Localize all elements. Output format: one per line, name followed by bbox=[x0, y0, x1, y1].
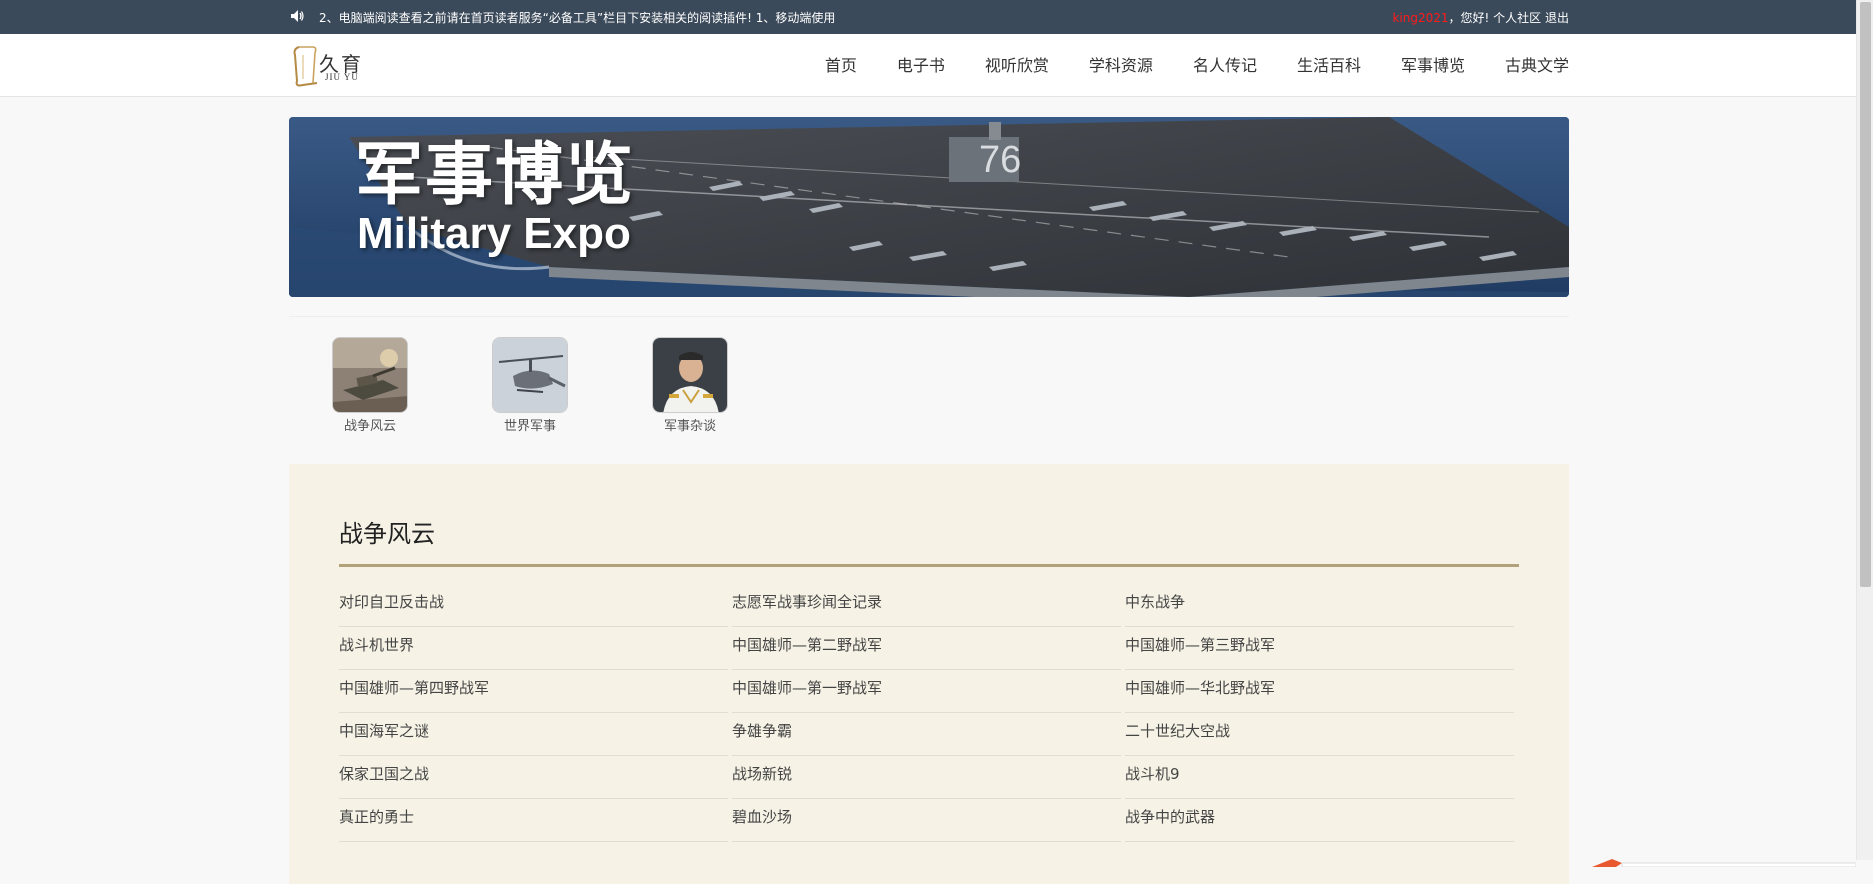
list-item[interactable]: 战斗机9 bbox=[1125, 756, 1514, 799]
top-notice-bar: 2、电脑端阅读查看之前请在首页读者服务“必备工具”栏目下安装相关的阅读插件! 1… bbox=[0, 0, 1856, 34]
list-item[interactable]: 战争中的武器 bbox=[1125, 799, 1514, 842]
speaker-icon[interactable] bbox=[289, 8, 305, 24]
scroll-logo-icon bbox=[293, 46, 318, 87]
tank-photo-icon[interactable] bbox=[332, 337, 408, 413]
nav-home[interactable]: 首页 bbox=[825, 34, 857, 97]
category-war[interactable]: 战争风云 bbox=[320, 337, 420, 434]
community-link[interactable]: 个人社区 bbox=[1493, 11, 1541, 25]
category-list: 战争风云 世界军事 军事杂谈 bbox=[289, 316, 1569, 456]
banner-subtitle: Military Expo bbox=[357, 209, 631, 258]
list-item[interactable]: 中国海军之谜 bbox=[339, 713, 728, 756]
list-item[interactable]: 志愿军战事珍闻全记录 bbox=[732, 584, 1121, 627]
scrollbar-thumb[interactable] bbox=[1860, 2, 1871, 587]
floating-widget[interactable] bbox=[1592, 852, 1857, 868]
nav-military-expo[interactable]: 军事博览 bbox=[1401, 34, 1465, 97]
list-item[interactable]: 争雄争霸 bbox=[732, 713, 1121, 756]
site-header: 久育 JIU YU 首页 电子书 视听欣赏 学科资源 名人传记 生活百科 军事博… bbox=[0, 34, 1856, 97]
content-panel: 战争风云 对印自卫反击战 志愿军战事珍闻全记录 中东战争 战斗机世界 中国雄师—… bbox=[289, 464, 1569, 884]
list-item[interactable]: 中国雄师—第一野战军 bbox=[732, 670, 1121, 713]
list-item[interactable]: 对印自卫反击战 bbox=[339, 584, 728, 627]
list-item[interactable]: 中东战争 bbox=[1125, 584, 1514, 627]
list-item[interactable]: 二十世纪大空战 bbox=[1125, 713, 1514, 756]
list-item[interactable]: 战场新锐 bbox=[732, 756, 1121, 799]
nav-biographies[interactable]: 名人传记 bbox=[1193, 34, 1257, 97]
list-item[interactable]: 中国雄师—第四野战军 bbox=[339, 670, 728, 713]
list-item[interactable]: 真正的勇士 bbox=[339, 799, 728, 842]
list-item[interactable]: 保家卫国之战 bbox=[339, 756, 728, 799]
nav-life-encyclopedia[interactable]: 生活百科 bbox=[1297, 34, 1361, 97]
page-scrollbar[interactable] bbox=[1856, 0, 1873, 860]
list-item[interactable]: 中国雄师—华北野战军 bbox=[1125, 670, 1514, 713]
title-grid: 对印自卫反击战 志愿军战事珍闻全记录 中东战争 战斗机世界 中国雄师—第二野战军… bbox=[339, 584, 1519, 842]
category-label: 战争风云 bbox=[343, 419, 396, 434]
category-military-talk[interactable]: 军事杂谈 bbox=[640, 337, 740, 434]
username[interactable]: king2021 bbox=[1392, 11, 1448, 25]
list-item[interactable]: 中国雄师—第三野战军 bbox=[1125, 627, 1514, 670]
logo-english: JIU YU bbox=[325, 72, 359, 82]
list-item[interactable]: 中国雄师—第二野战军 bbox=[732, 627, 1121, 670]
nav-classical-literature[interactable]: 古典文学 bbox=[1505, 34, 1569, 97]
nav-subject-resources[interactable]: 学科资源 bbox=[1089, 34, 1153, 97]
greeting: ，您好! bbox=[1448, 11, 1490, 25]
notice-text: 2、电脑端阅读查看之前请在首页读者服务“必备工具”栏目下安装相关的阅读插件! 1… bbox=[319, 11, 836, 25]
category-label: 军事杂谈 bbox=[663, 419, 716, 434]
main-nav: 首页 电子书 视听欣赏 学科资源 名人传记 生活百科 军事博览 古典文学 bbox=[785, 34, 1569, 97]
section-title: 战争风云 bbox=[339, 520, 435, 548]
officer-photo-icon[interactable] bbox=[652, 337, 728, 413]
banner: 76 军事博览 Military Expo bbox=[289, 117, 1569, 297]
list-item[interactable]: 战斗机世界 bbox=[339, 627, 728, 670]
banner-title: 军事博览 bbox=[355, 136, 636, 215]
site-logo[interactable]: 久育 JIU YU bbox=[289, 43, 369, 89]
svg-text:76: 76 bbox=[979, 139, 1021, 181]
nav-ebook[interactable]: 电子书 bbox=[897, 34, 945, 97]
logout-link[interactable]: 退出 bbox=[1545, 11, 1569, 25]
list-item[interactable]: 碧血沙场 bbox=[732, 799, 1121, 842]
category-world-military[interactable]: 世界军事 bbox=[480, 337, 580, 434]
helicopter-photo-icon[interactable] bbox=[492, 337, 568, 413]
section-divider bbox=[339, 564, 1519, 567]
user-area: king2021，您好! 个人社区 退出 bbox=[1392, 9, 1569, 26]
nav-audio-video[interactable]: 视听欣赏 bbox=[985, 34, 1049, 97]
category-label: 世界军事 bbox=[503, 419, 556, 434]
